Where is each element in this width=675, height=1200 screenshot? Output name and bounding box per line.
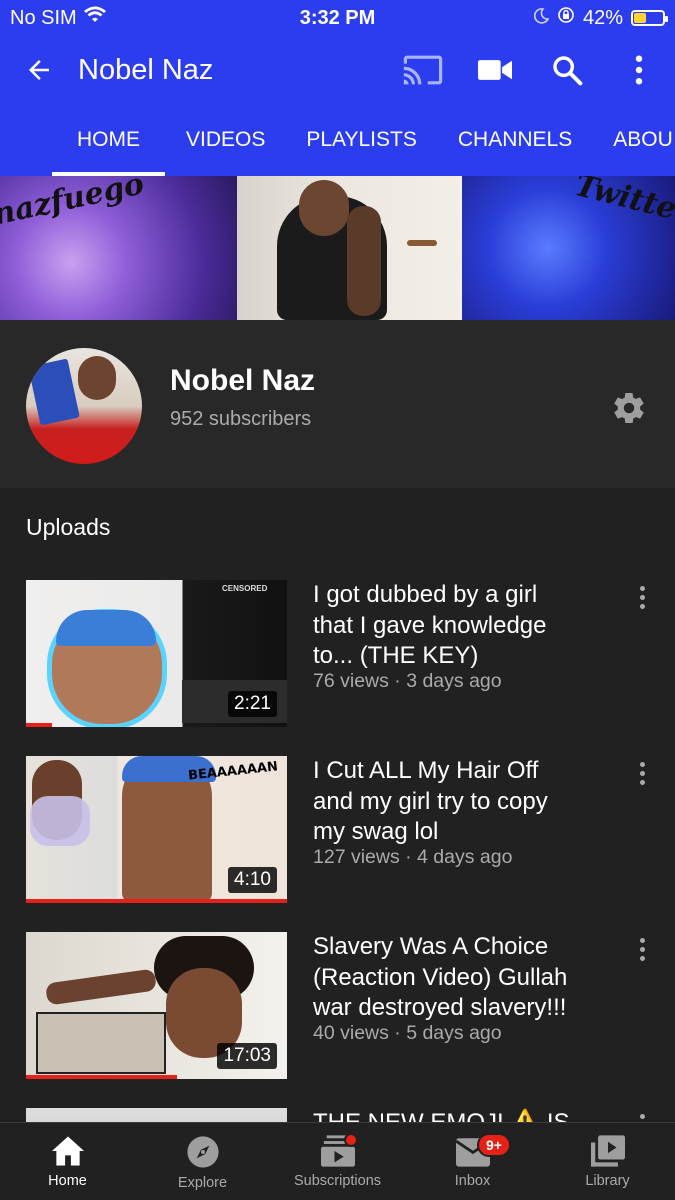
list-item[interactable]: 17:03 Slavery Was A Choice (Reaction Vid… [0, 932, 675, 1082]
video-duration: 4:10 [228, 867, 277, 893]
home-icon [51, 1136, 84, 1166]
search-icon [553, 56, 583, 86]
channel-name: Nobel Naz [170, 364, 316, 397]
nav-inbox[interactable]: 9+ Inbox [405, 1123, 540, 1200]
tab-channels[interactable]: CHANNELS [458, 104, 572, 176]
video-title[interactable]: Slavery Was A Choice (Reaction Video) Gu… [313, 932, 603, 1024]
moon-icon [533, 7, 550, 30]
more-vert-icon[interactable] [628, 758, 656, 788]
video-thumbnail[interactable]: CENSORED 2:21 [26, 580, 287, 727]
banner-galaxy-left: nazfuego [0, 176, 237, 320]
carrier-label: No SIM [10, 6, 77, 29]
watch-progress-bar [26, 899, 287, 903]
banner-photo [237, 176, 462, 320]
banner-galaxy-right: Twitte [462, 176, 675, 320]
more-options-button[interactable] [603, 36, 675, 104]
channel-header: Nobel Naz 952 subscribers [0, 320, 675, 488]
channel-tabs: HOME VIDEOS PLAYLISTS CHANNELS ABOU [0, 104, 675, 176]
nav-subscriptions[interactable]: Subscriptions [270, 1123, 405, 1200]
battery-icon [631, 10, 668, 26]
video-thumbnail[interactable]: 17:03 [26, 932, 287, 1079]
section-title: Uploads [26, 514, 111, 540]
library-icon [590, 1135, 625, 1167]
video-meta: 127 views · 4 days ago [313, 846, 513, 868]
video-duration: 17:03 [217, 1043, 277, 1069]
status-bar: No SIM 3:32 PM 42% [0, 0, 675, 36]
compass-icon [186, 1136, 219, 1168]
watch-progress-bar [26, 723, 53, 727]
tab-videos[interactable]: VIDEOS [186, 104, 265, 176]
inbox-badge: 9+ [477, 1133, 511, 1157]
video-thumbnail[interactable]: BEAAAAAAN 4:10 [26, 756, 287, 903]
watch-progress-bar [26, 1075, 178, 1079]
nav-home[interactable]: Home [0, 1123, 135, 1200]
nav-library[interactable]: Library [540, 1123, 675, 1200]
search-button[interactable] [531, 36, 603, 104]
back-arrow-icon [29, 60, 49, 80]
tab-home[interactable]: HOME [52, 104, 165, 176]
bottom-nav: Home Explore Subscriptions 9+ Inbox Libr… [0, 1122, 675, 1200]
subscriber-count: 952 subscribers [170, 408, 312, 430]
video-meta: 76 views · 3 days ago [313, 670, 502, 692]
banner-left-text: nazfuego [0, 176, 148, 233]
video-title[interactable]: I got dubbed by a girl that I gave knowl… [313, 580, 603, 672]
page-title: Nobel Naz [78, 53, 214, 86]
list-item[interactable]: BEAAAAAAN 4:10 I Cut ALL My Hair Off and… [0, 756, 675, 906]
upload-video-button[interactable] [459, 36, 531, 104]
wifi-icon [83, 6, 107, 30]
video-duration: 2:21 [228, 691, 277, 717]
back-button[interactable] [0, 36, 78, 104]
channel-settings-button[interactable] [605, 384, 653, 432]
more-vert-icon [635, 55, 643, 85]
thumbnail-caption: CENSORED [222, 584, 268, 593]
rotation-lock-icon [557, 6, 575, 30]
video-camera-icon [478, 60, 512, 80]
gear-icon [614, 393, 644, 424]
more-vert-icon[interactable] [628, 582, 656, 612]
cast-button[interactable] [387, 36, 459, 104]
status-time: 3:32 PM [299, 6, 376, 29]
tab-playlists[interactable]: PLAYLISTS [306, 104, 417, 176]
video-meta: 40 views · 5 days ago [313, 1022, 502, 1044]
new-content-dot [344, 1133, 358, 1147]
video-title[interactable]: I Cut ALL My Hair Off and my girl try to… [313, 756, 603, 848]
list-item[interactable]: CENSORED 2:21 I got dubbed by a girl tha… [0, 580, 675, 730]
channel-banner: nazfuego Twitte [0, 176, 675, 320]
avatar[interactable] [26, 348, 142, 464]
tab-about[interactable]: ABOU [613, 104, 673, 176]
cast-icon [403, 55, 443, 85]
more-vert-icon[interactable] [628, 934, 656, 964]
battery-percent: 42% [582, 6, 623, 29]
banner-right-text: Twitte [571, 176, 675, 227]
nav-explore[interactable]: Explore [135, 1123, 270, 1200]
app-bar: Nobel Naz [0, 36, 675, 104]
